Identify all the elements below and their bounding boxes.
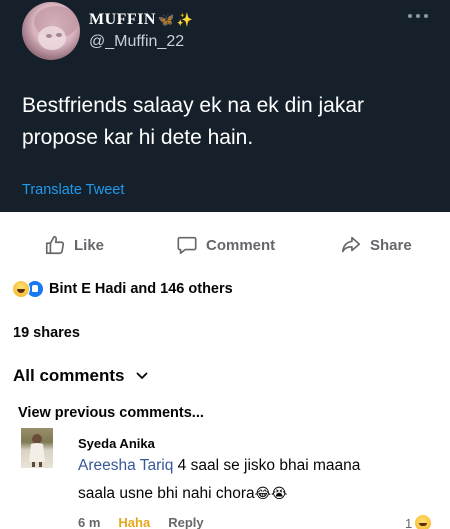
comment-text-line1: 4 saal se jisko bhai maana — [177, 457, 361, 474]
comment-bubble-icon — [177, 236, 197, 255]
like-label: Like — [74, 236, 105, 254]
comment-haha-button[interactable]: Haha — [118, 515, 150, 529]
reactions-text: Bint E Hadi and 146 others — [49, 281, 233, 297]
view-previous-comments-link[interactable]: View previous comments... — [18, 405, 204, 421]
comment-mention[interactable]: Areesha Tariq — [78, 457, 173, 474]
haha-reaction-icon — [415, 515, 432, 529]
share-label: Share — [370, 236, 412, 254]
laughing-crying-emoji: 😂😭 — [254, 486, 288, 502]
comment-text: Areesha Tariq 4 saal se jisko bhai maana… — [78, 452, 428, 508]
share-arrow-icon — [341, 236, 361, 253]
tweet-avatar[interactable] — [22, 2, 80, 60]
more-horizontal-icon[interactable] — [408, 12, 428, 20]
comment-text-line2: saala usne bhi nahi chora — [78, 485, 255, 502]
reactions-summary[interactable]: Bint E Hadi and 146 others — [12, 280, 233, 298]
shares-count[interactable]: 19 shares — [13, 325, 80, 341]
comment-label: Comment — [206, 236, 276, 254]
comment-reaction-count[interactable]: 1 — [405, 515, 432, 529]
haha-reaction-icon — [12, 280, 30, 298]
like-button[interactable]: Like — [44, 234, 104, 256]
butterfly-icon: 🦋 — [157, 13, 175, 28]
sparkles-icon: ✨ — [176, 13, 194, 28]
thumbs-up-icon — [45, 235, 65, 255]
comments-filter-label: All comments — [13, 366, 125, 385]
chevron-down-icon — [137, 372, 148, 379]
share-button[interactable]: Share — [340, 234, 412, 256]
comment-reply-button[interactable]: Reply — [168, 515, 203, 529]
comment-button[interactable]: Comment — [176, 234, 275, 256]
tweet-text: Bestfriends salaay ek na ek din jakar pr… — [22, 94, 365, 149]
display-name-text: MUFFIN — [89, 11, 156, 28]
comment-author[interactable]: Syeda Anika — [78, 436, 155, 451]
comment-reaction-count-text: 1 — [405, 515, 413, 529]
comments-filter-dropdown[interactable]: All comments — [13, 366, 148, 386]
tweet-handle[interactable]: @_Muffin_22 — [89, 33, 184, 51]
comment-avatar[interactable] — [21, 428, 53, 468]
tweet-display-name[interactable]: MUFFIN 🦋 ✨ — [89, 11, 193, 29]
comment-time: 6 m — [78, 515, 101, 529]
comment-meta: 6 m Haha Reply — [78, 515, 222, 529]
tweet-card: MUFFIN 🦋 ✨ @_Muffin_22 Bestfriends salaay … — [0, 0, 450, 212]
translate-tweet-link[interactable]: Translate Tweet — [22, 182, 124, 198]
post-action-bar: Like Comment Share — [0, 228, 450, 264]
